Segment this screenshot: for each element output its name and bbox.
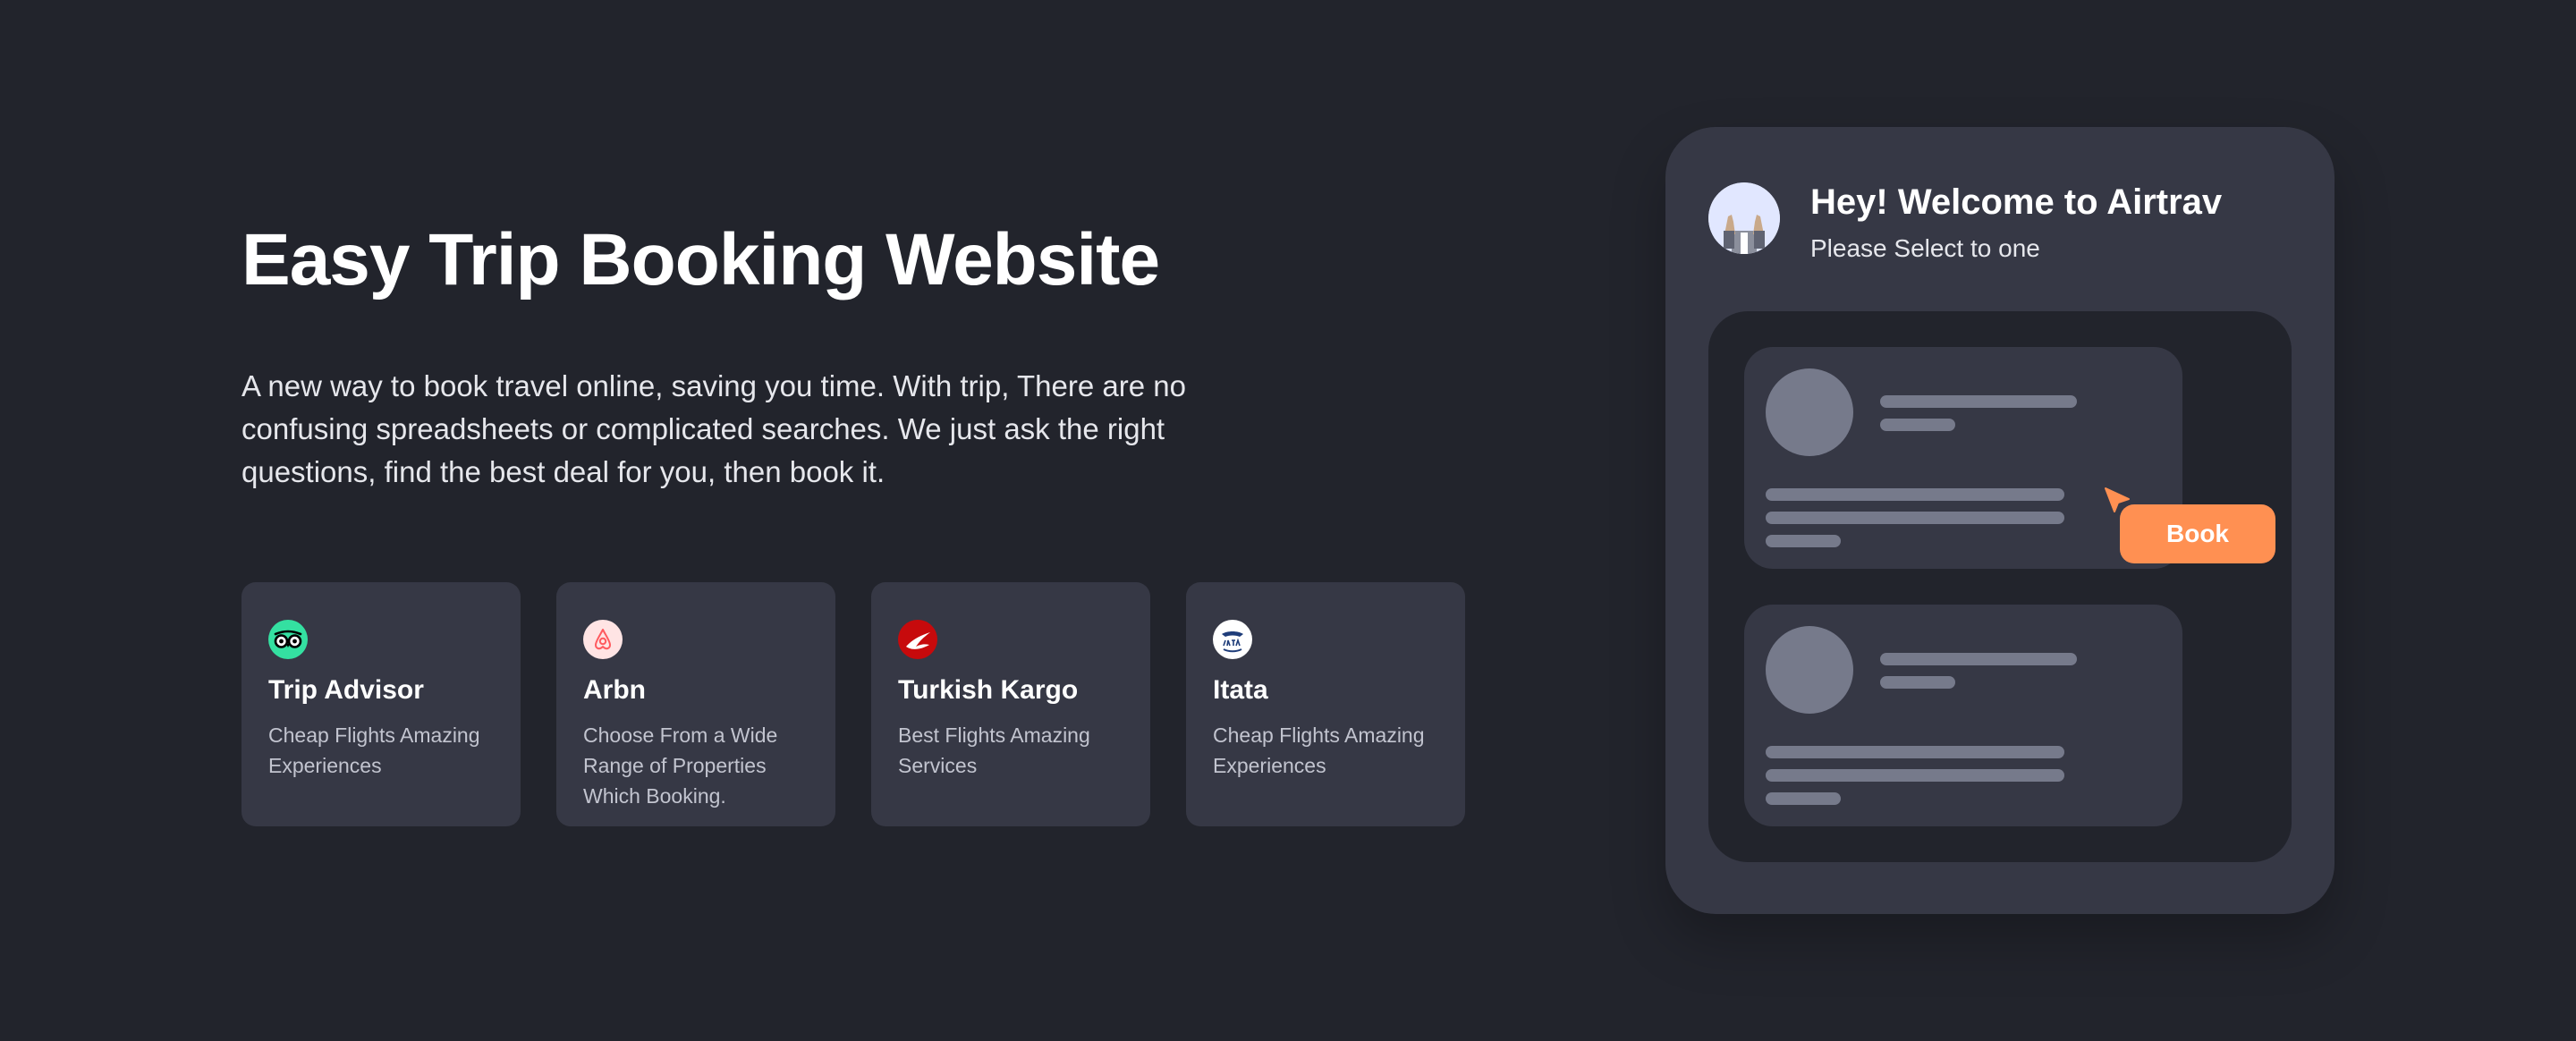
tripadvisor-logo-icon	[268, 620, 308, 659]
app-preview-card: Hey! Welcome to Airtrav Please Select to…	[1665, 127, 2334, 914]
text-placeholder	[1766, 512, 2064, 524]
turkish-airlines-logo-icon	[898, 620, 937, 659]
text-placeholder	[1766, 792, 1841, 805]
partner-card-trip-advisor[interactable]: Trip Advisor Cheap Flights Amazing Exper…	[242, 582, 521, 826]
text-placeholder	[1880, 653, 2077, 665]
option-card-placeholder[interactable]	[1744, 605, 2182, 826]
raised-hands-avatar-icon	[1708, 182, 1780, 254]
hero-description: A new way to book travel online, saving …	[242, 369, 1186, 488]
partner-card-arbn[interactable]: Arbn Choose From a Wide Range of Propert…	[556, 582, 835, 826]
partner-description: Cheap Flights Amazing Experiences	[268, 724, 480, 777]
text-placeholder	[1766, 488, 2064, 501]
image-placeholder	[1766, 368, 1853, 456]
partner-description: Best Flights Amazing Services	[898, 724, 1090, 777]
partner-name: Turkish Kargo	[898, 675, 1079, 705]
text-placeholder	[1880, 395, 2077, 408]
welcome-heading: Hey! Welcome to Airtrav	[1810, 182, 2223, 222]
partner-card-itata[interactable]: Itata Cheap Flights Amazing Experiences	[1186, 582, 1465, 826]
iata-logo-icon	[1213, 620, 1252, 659]
partner-name: Trip Advisor	[268, 675, 424, 705]
text-placeholder	[1880, 676, 1955, 689]
partner-list: Trip Advisor Cheap Flights Amazing Exper…	[242, 582, 1465, 826]
book-button[interactable]: Book	[2120, 504, 2275, 563]
partner-description: Choose From a Wide Range of Properties W…	[583, 724, 778, 808]
options-panel	[1708, 311, 2292, 862]
partner-name: Itata	[1213, 675, 1268, 705]
option-card-placeholder[interactable]	[1744, 347, 2182, 569]
partner-description: Cheap Flights Amazing Experiences	[1213, 724, 1425, 777]
hero-title: Easy Trip Booking Website	[242, 219, 1160, 300]
airbnb-logo-icon	[583, 620, 623, 659]
partner-name: Arbn	[583, 675, 646, 705]
text-placeholder	[1766, 769, 2064, 782]
text-placeholder	[1766, 535, 1841, 547]
partner-card-turkish-kargo[interactable]: Turkish Kargo Best Flights Amazing Servi…	[871, 582, 1150, 826]
image-placeholder	[1766, 626, 1853, 714]
text-placeholder	[1766, 746, 2064, 758]
welcome-subtitle: Please Select to one	[1810, 234, 2040, 262]
text-placeholder	[1880, 419, 1955, 431]
